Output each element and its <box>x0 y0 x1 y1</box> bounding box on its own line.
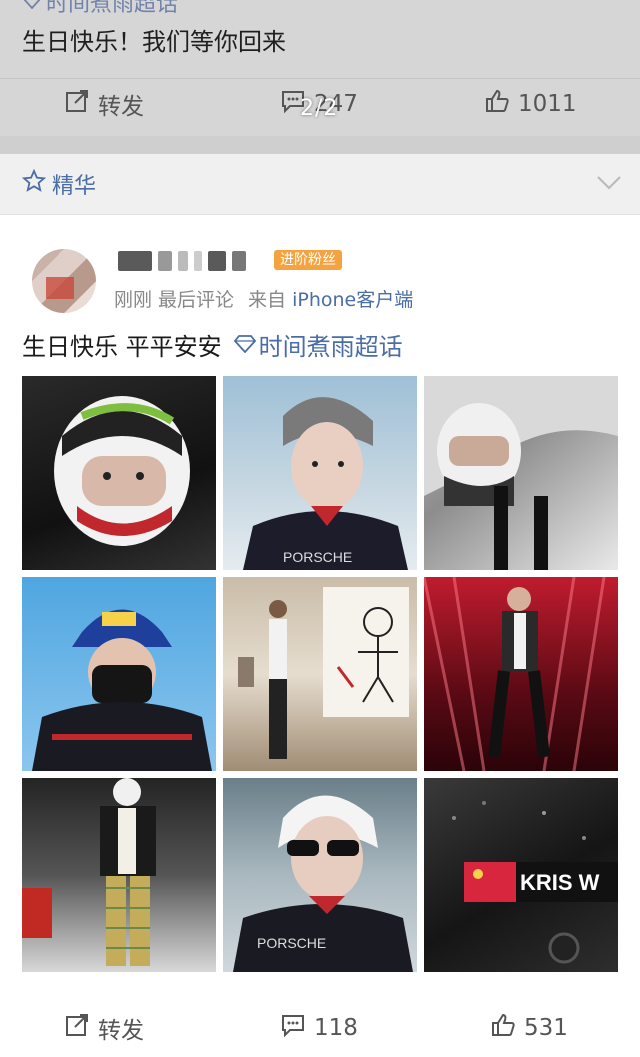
device-link[interactable]: iPhone客户端 <box>292 289 413 311</box>
car-text: KRIS W <box>520 870 600 895</box>
section-title-label: 精华 <box>52 174 97 199</box>
previous-repost-label: 转发 <box>98 94 144 120</box>
like-count: 531 <box>524 1015 568 1041</box>
previous-repost-button[interactable]: 转发 <box>64 79 144 129</box>
blurred-name-part <box>118 251 152 271</box>
post-text: 生日快乐 平平安安 时间煮雨超话 <box>22 327 403 362</box>
post-text-main: 生日快乐 平平安安 <box>22 333 222 361</box>
like-button[interactable]: 531 <box>490 1003 568 1053</box>
blurred-name-part <box>208 251 226 271</box>
suit-text: PORSCHE <box>283 549 352 565</box>
photo-stage-red-lights[interactable] <box>424 577 618 771</box>
repost-icon <box>64 1012 90 1044</box>
comment-count: 118 <box>314 1015 358 1041</box>
previous-topic-label: 时间煮雨超话 <box>46 0 179 17</box>
blurred-name-part <box>232 251 246 271</box>
star-icon <box>21 168 47 199</box>
photo-street-plaid-pants[interactable] <box>22 778 216 972</box>
blurred-name-part <box>158 251 172 271</box>
photo-helmet-closeup[interactable] <box>22 376 216 570</box>
divider <box>0 136 640 154</box>
suit-text: PORSCHE <box>257 935 326 951</box>
section-title: 精华 <box>21 168 97 200</box>
photo-grid: PORSCHE PORSCHE KRIS W <box>22 376 618 974</box>
diamond-icon <box>22 0 42 15</box>
repost-label: 转发 <box>98 1018 144 1044</box>
photo-studio-drawing[interactable] <box>223 577 417 771</box>
post-time: 刚刚 最后评论 <box>114 289 235 311</box>
previous-post-text: 生日快乐！我们等你回来 <box>22 28 286 56</box>
post-card: 进阶粉丝 刚刚 最后评论 来自 iPhone客户端 生日快乐 平平安安 时间煮雨… <box>0 215 640 1057</box>
photo-in-car-helmet[interactable] <box>424 376 618 570</box>
comment-icon <box>280 1012 306 1044</box>
diamond-icon <box>233 331 256 359</box>
section-header[interactable]: 精华 <box>0 154 640 215</box>
previous-like-count: 1011 <box>518 91 577 117</box>
thumbs-up-icon <box>484 88 510 120</box>
photo-sunglasses-porsche-suit[interactable]: PORSCHE <box>223 778 417 972</box>
post-meta: 刚刚 最后评论 来自 iPhone客户端 <box>114 285 413 312</box>
fan-badge: 进阶粉丝 <box>274 250 342 270</box>
photo-racing-suit-portrait[interactable]: PORSCHE <box>223 376 417 570</box>
thumbs-up-icon <box>490 1012 516 1044</box>
previous-topic[interactable]: 时间煮雨超话 <box>22 0 178 18</box>
avatar[interactable] <box>32 249 96 313</box>
blurred-name-part <box>194 251 202 271</box>
photo-michelin-cap-mask[interactable] <box>22 577 216 771</box>
previous-like-button[interactable]: 1011 <box>484 79 577 129</box>
post-topic-label: 时间煮雨超话 <box>258 333 403 361</box>
chevron-down-icon[interactable] <box>596 172 622 194</box>
comment-button[interactable]: 118 <box>280 1003 358 1053</box>
repost-button[interactable]: 转发 <box>64 1003 144 1053</box>
source-prefix: 来自 <box>248 289 287 311</box>
photo-car-kris-w[interactable]: KRIS W <box>424 778 618 972</box>
page-indicator: 2/2 <box>300 96 339 121</box>
post-topic-link[interactable]: 时间煮雨超话 <box>233 327 403 362</box>
blurred-name-part <box>178 251 188 271</box>
post-action-bar: 转发 118 531 <box>0 1003 640 1053</box>
repost-icon <box>64 88 90 120</box>
username-blurred[interactable] <box>118 251 246 271</box>
